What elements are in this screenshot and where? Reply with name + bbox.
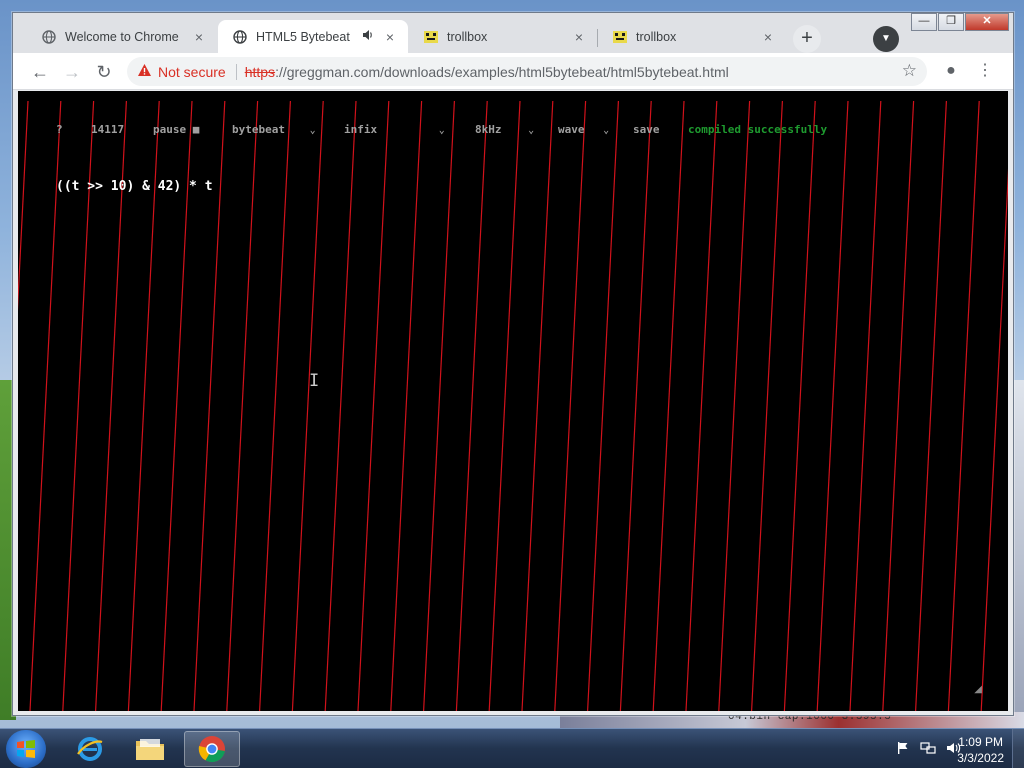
tab-trollbox-1[interactable]: trollbox × — [409, 20, 597, 53]
waveform-segment — [423, 100, 455, 711]
sample-rate-select[interactable]: 8kHz ⌄ — [475, 123, 534, 136]
waveform-segment — [226, 100, 259, 711]
waveform-segment — [521, 100, 554, 711]
globe-icon — [232, 29, 248, 45]
clock-time: 1:09 PM — [958, 735, 1003, 749]
view-select[interactable]: wave ⌄ — [558, 123, 609, 136]
waveform-segment — [652, 100, 685, 711]
system-tray — [896, 741, 962, 758]
tab-close-button[interactable]: × — [571, 29, 587, 45]
url-text: ://greggman.com/downloads/examples/html5… — [275, 63, 729, 80]
save-button[interactable]: save — [633, 123, 660, 136]
tab-title: trollbox — [636, 29, 677, 44]
taskbar-clock[interactable]: 1:09 PM 3/3/2022 — [957, 734, 1004, 766]
trollbox-favicon — [612, 29, 628, 45]
waveform-segment — [947, 100, 980, 711]
tab-close-button[interactable]: × — [760, 29, 776, 45]
pause-button[interactable]: pause ■ — [153, 123, 199, 136]
maximize-button[interactable]: ❐ — [938, 13, 964, 31]
start-button[interactable] — [6, 730, 46, 768]
waveform-segment — [587, 100, 619, 711]
address-bar[interactable]: Not secure https ://greggman.com/downloa… — [127, 57, 927, 86]
expression-type-select[interactable]: infix ⌄ — [344, 123, 445, 136]
waveform-segment — [554, 100, 587, 711]
waveform-segment — [619, 100, 652, 711]
tab-title: Welcome to Chrome — [65, 29, 179, 44]
clock-date: 3/3/2022 — [957, 751, 1004, 765]
taskbar: 1:09 PM 3/3/2022 — [0, 728, 1024, 768]
help-button[interactable]: ? — [56, 123, 63, 136]
forward-button[interactable]: → — [59, 59, 85, 85]
tab-trollbox-2[interactable]: trollbox × — [598, 20, 786, 53]
flag-icon[interactable] — [896, 741, 910, 758]
view-select-value: wave — [558, 123, 585, 136]
waveform-segment — [751, 100, 783, 711]
expression-type-value: infix — [344, 123, 378, 136]
trollbox-favicon — [423, 29, 439, 45]
close-window-button[interactable]: ✕ — [965, 13, 1009, 31]
waveform-segment — [324, 100, 357, 711]
text-cursor-icon: I — [309, 371, 320, 391]
new-tab-button[interactable]: + — [793, 25, 821, 53]
waveform-segment — [783, 100, 816, 711]
type-select[interactable]: bytebeat ⌄ — [232, 123, 316, 136]
bytebeat-controls: ? 14117 pause ■ bytebeat ⌄ infix ⌄ 8kHz … — [18, 123, 1008, 139]
tab-welcome[interactable]: Welcome to Chrome × — [27, 20, 217, 53]
network-icon[interactable] — [920, 741, 936, 758]
browser-window: Welcome to Chrome × HTML5 Bytebeat × tro… — [12, 12, 1014, 716]
tab-strip: Welcome to Chrome × HTML5 Bytebeat × tro… — [13, 13, 1013, 53]
bookmark-star-icon[interactable]: ☆ — [902, 61, 917, 81]
warning-icon[interactable] — [137, 63, 152, 81]
waveform-segment — [291, 100, 324, 711]
waveform-segment — [849, 100, 882, 711]
file-explorer-icon[interactable] — [122, 731, 178, 767]
waveform-segment — [18, 100, 29, 311]
tab-title: trollbox — [447, 29, 488, 44]
reload-button[interactable]: ↻ — [91, 59, 117, 85]
time-counter[interactable]: 14117 — [91, 123, 124, 136]
tab-close-button[interactable]: × — [382, 29, 398, 45]
globe-icon — [41, 29, 57, 45]
account-icon[interactable]: ● — [939, 59, 963, 83]
sample-rate-value: 8kHz — [475, 123, 502, 136]
chevron-down-icon: ⌄ — [438, 125, 445, 136]
waveform-segment — [357, 100, 390, 711]
menu-icon[interactable]: ⋮ — [973, 59, 997, 83]
waveform-segment — [455, 100, 488, 711]
resize-handle-icon[interactable]: ◢ — [974, 684, 982, 695]
tab-title: HTML5 Bytebeat — [256, 29, 350, 44]
bytebeat-page[interactable]: ? 14117 pause ■ bytebeat ⌄ infix ⌄ 8kHz … — [18, 91, 1008, 711]
expression-editor[interactable]: ((t >> 10) & 42) * t — [56, 179, 213, 194]
compile-status: compiled successfully — [688, 123, 828, 136]
speaker-icon[interactable] — [362, 29, 374, 44]
minimize-button[interactable]: — — [911, 13, 937, 31]
waveform-segment — [816, 100, 849, 711]
url-scheme: https — [244, 63, 276, 80]
chevron-down-icon: ⌄ — [528, 125, 535, 136]
waveform-segment — [882, 100, 915, 711]
type-select-value: bytebeat — [232, 123, 285, 136]
waveform-segment — [915, 100, 947, 711]
waveform-segment — [390, 100, 423, 711]
waveform-segment — [685, 100, 718, 711]
not-secure-label[interactable]: Not secure — [158, 64, 226, 80]
chrome-icon[interactable] — [184, 731, 240, 767]
waveform-segment — [718, 100, 751, 711]
waveform-segment — [259, 100, 291, 711]
back-button[interactable]: ← — [27, 59, 53, 85]
tab-search-icon[interactable]: ▼ — [873, 26, 899, 52]
chevron-down-icon: ⌄ — [603, 125, 610, 136]
waveform-segment — [980, 168, 1008, 711]
windows-logo-icon — [17, 740, 35, 758]
browser-toolbar: ← → ↻ Not secure https ://greggman.com/d… — [13, 53, 1013, 90]
chevron-down-icon: ⌄ — [309, 125, 316, 136]
tab-close-button[interactable]: × — [191, 29, 207, 45]
tab-html5-bytebeat[interactable]: HTML5 Bytebeat × — [218, 20, 408, 53]
omnibox-divider — [235, 63, 237, 80]
window-controls: — ❐ ✕ — [910, 13, 1009, 31]
show-desktop-button[interactable] — [1012, 729, 1024, 768]
waveform-segment — [488, 100, 521, 711]
internet-explorer-icon[interactable] — [62, 731, 118, 767]
